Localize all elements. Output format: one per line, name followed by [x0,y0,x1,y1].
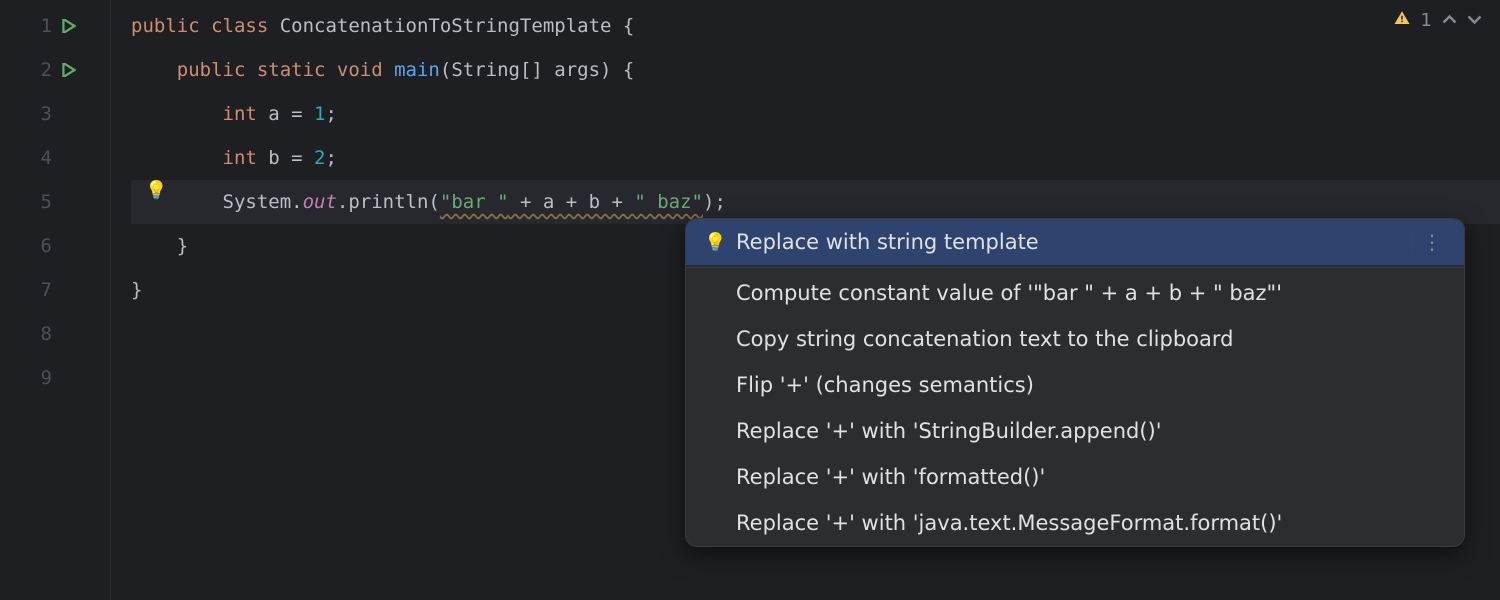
intention-menu: 💡 Replace with string template ⋮ 💡 Compu… [685,218,1465,547]
code-line: int a = 1; [131,92,1500,136]
menu-label: Replace '+' with 'java.text.MessageForma… [736,511,1446,535]
code-line: public static void main(String[] args) { [131,48,1500,92]
code-line: int b = 2; [131,136,1500,180]
menu-label: Replace with string template [736,230,1401,254]
menu-separator [686,267,1464,268]
run-icon[interactable] [62,63,76,77]
menu-item-flip-plus[interactable]: 💡 Flip '+' (changes semantics) [686,362,1464,408]
line-number: 5 [32,191,52,213]
problems-count: 1 [1421,10,1432,31]
run-icon[interactable] [62,19,76,33]
line-number: 9 [32,367,52,389]
line-number: 4 [32,147,52,169]
line-number: 2 [32,59,52,81]
menu-item-replace-string-template[interactable]: 💡 Replace with string template ⋮ [686,219,1464,265]
line-number: 3 [32,103,52,125]
gutter: 1 2 3 4 5 6 7 8 9 [0,0,110,600]
menu-label: Flip '+' (changes semantics) [736,373,1446,397]
more-icon[interactable]: ⋮ [1411,230,1446,254]
line-number: 7 [32,279,52,301]
menu-label: Replace '+' with 'StringBuilder.append()… [736,419,1446,443]
menu-item-copy-concatenation[interactable]: 💡 Copy string concatenation text to the … [686,316,1464,362]
code-line: public class ConcatenationToStringTempla… [131,4,1500,48]
warning-icon [1393,9,1411,32]
menu-label: Copy string concatenation text to the cl… [736,327,1446,351]
menu-item-messageformat[interactable]: 💡 Replace '+' with 'java.text.MessageFor… [686,500,1464,546]
lightbulb-icon[interactable]: 💡 [145,180,167,201]
line-number: 8 [32,323,52,345]
menu-label: Compute constant value of '"bar " + a + … [736,281,1446,305]
menu-item-stringbuilder[interactable]: 💡 Replace '+' with 'StringBuilder.append… [686,408,1464,454]
chevron-down-icon[interactable] [1467,8,1482,32]
lightbulb-icon: 💡 [704,232,736,253]
menu-item-compute-constant[interactable]: 💡 Compute constant value of '"bar " + a … [686,270,1464,316]
chevron-up-icon[interactable] [1442,8,1457,32]
menu-label: Replace '+' with 'formatted()' [736,465,1446,489]
divider [110,0,111,600]
line-number: 6 [32,235,52,257]
line-number: 1 [32,15,52,37]
menu-item-formatted[interactable]: 💡 Replace '+' with 'formatted()' [686,454,1464,500]
problems-indicator[interactable]: 1 [1393,8,1482,32]
